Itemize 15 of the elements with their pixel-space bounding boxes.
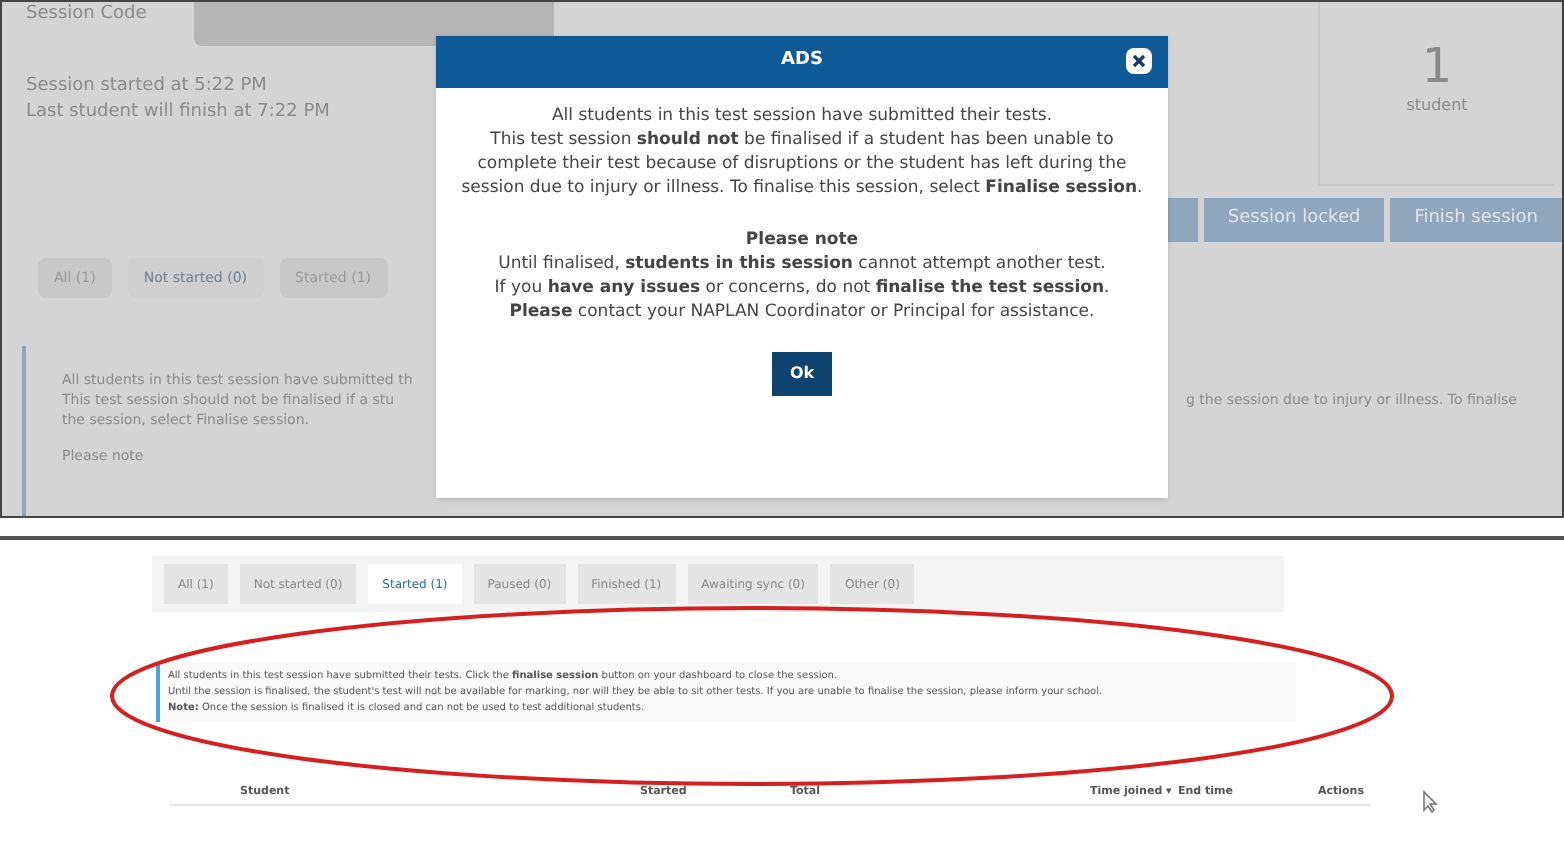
session-code-label: Session Code	[26, 2, 147, 26]
note-heading: Please note	[745, 228, 859, 252]
dialog-message: All students in this test session have submitted their tests. This test session should not be finalised if a student has been unable to complete their test because of disruptions or the student has left during the session due to injury or illness. To finalise this session, select Finalise session.	[460, 104, 1144, 200]
cursor-icon	[1422, 790, 1438, 814]
session-time-text: Session started at 5:22 PM	[26, 74, 267, 100]
ok-button[interactable]: Ok	[772, 352, 832, 396]
close-button[interactable]	[1126, 48, 1152, 74]
action-button[interactable]: Session locked	[1203, 198, 1385, 242]
stat-value: 1	[1421, 38, 1453, 94]
dialog-note: Until finalised, students in this session cannot attempt another test. If you have any issues or concerns, do not finalise the test session. Please contact your NAPLAN Coordinator or Principal for assistance.	[494, 252, 1110, 324]
dialog-title: ADS	[781, 48, 823, 75]
close-icon	[1132, 54, 1146, 68]
session-time-text: Last student will finish at 7:22 PM	[26, 100, 330, 126]
action-button[interactable]: Finish session	[1390, 198, 1562, 242]
stat-label: student	[1406, 94, 1468, 118]
